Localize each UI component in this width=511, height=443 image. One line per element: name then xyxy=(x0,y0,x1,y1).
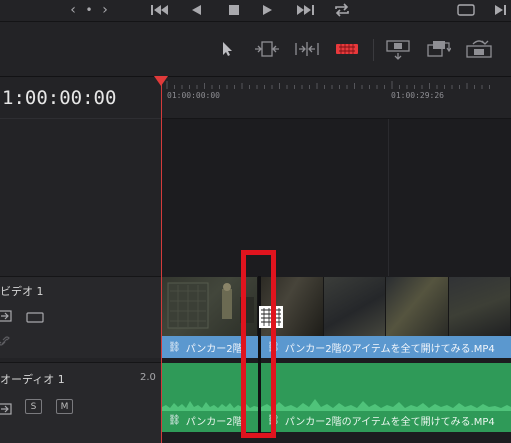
dot-icon[interactable]: • xyxy=(82,0,96,20)
chevron-right-icon[interactable]: › xyxy=(98,0,112,20)
skip-to-start-icon[interactable] xyxy=(148,0,172,20)
audio-clip-right[interactable]: ⛓ パンカー2階のアイテムを全て開けてみる.MP4 xyxy=(261,363,511,432)
insert-clip-icon[interactable] xyxy=(384,36,412,62)
audio-track-header[interactable]: オーディオ 1 2.0 S M xyxy=(0,362,161,443)
playhead-marker[interactable] xyxy=(154,76,168,86)
overwrite-clip-icon[interactable] xyxy=(424,36,452,62)
solo-button[interactable]: S xyxy=(25,399,42,414)
blade-edit-icon[interactable] xyxy=(334,36,360,62)
auto-select-icon[interactable] xyxy=(0,307,12,322)
highlight-box xyxy=(241,250,276,438)
timecode-display[interactable]: 1:00:00:00 xyxy=(2,87,116,109)
link-icon: ⛓ xyxy=(168,414,181,426)
transport-bar: ‹ • › xyxy=(0,0,511,22)
play-reverse-icon[interactable] xyxy=(186,0,206,20)
replace-clip-icon[interactable] xyxy=(464,36,494,62)
toggle-track-icon[interactable] xyxy=(26,308,44,323)
ruler-label: 01:00:29:26 xyxy=(391,91,444,100)
clip-thumbnail xyxy=(448,277,511,336)
dynamic-trim-icon[interactable] xyxy=(292,36,322,62)
clip-thumbnail xyxy=(323,277,386,336)
stop-icon[interactable] xyxy=(224,0,244,20)
video-track-name: ビデオ 1 xyxy=(0,285,44,298)
timeline-ruler[interactable]: 01:00:00:00 01:00:29:26 xyxy=(161,77,511,119)
video-clip-right[interactable]: ⛓ パンカー2階のアイテムを全て開けてみる.MP4 xyxy=(261,277,511,358)
link-icon: ⛓ xyxy=(168,341,181,353)
trim-edit-icon[interactable] xyxy=(252,36,282,62)
audio-waveform xyxy=(261,399,511,411)
fullscreen-icon[interactable] xyxy=(454,0,478,20)
audio-track-name: オーディオ 1 xyxy=(0,373,65,386)
clip-label: ⛓ パンカー2階のアイテムを全て開けてみる.MP4 xyxy=(261,336,511,358)
auto-select-icon[interactable] xyxy=(0,400,12,415)
edit-toolbar xyxy=(0,22,511,77)
playhead-line[interactable] xyxy=(161,80,162,443)
mute-button[interactable]: M xyxy=(56,399,73,414)
chevron-left-icon[interactable]: ‹ xyxy=(66,0,80,20)
selection-tool-icon[interactable] xyxy=(216,36,238,62)
ruler-label: 01:00:00:00 xyxy=(167,91,220,100)
video-track-header[interactable]: ビデオ 1 xyxy=(0,276,161,358)
next-frame-icon[interactable] xyxy=(492,0,510,20)
skip-to-end-icon[interactable] xyxy=(292,0,318,20)
play-icon[interactable] xyxy=(258,0,278,20)
audio-channel-level: 2.0 xyxy=(140,372,156,383)
link-icon[interactable] xyxy=(0,332,10,346)
loop-icon[interactable] xyxy=(330,0,354,20)
clip-label: ⛓ パンカー2階のアイテムを全て開けてみる.MP4 xyxy=(267,414,495,428)
clip-thumbnail xyxy=(386,277,449,336)
